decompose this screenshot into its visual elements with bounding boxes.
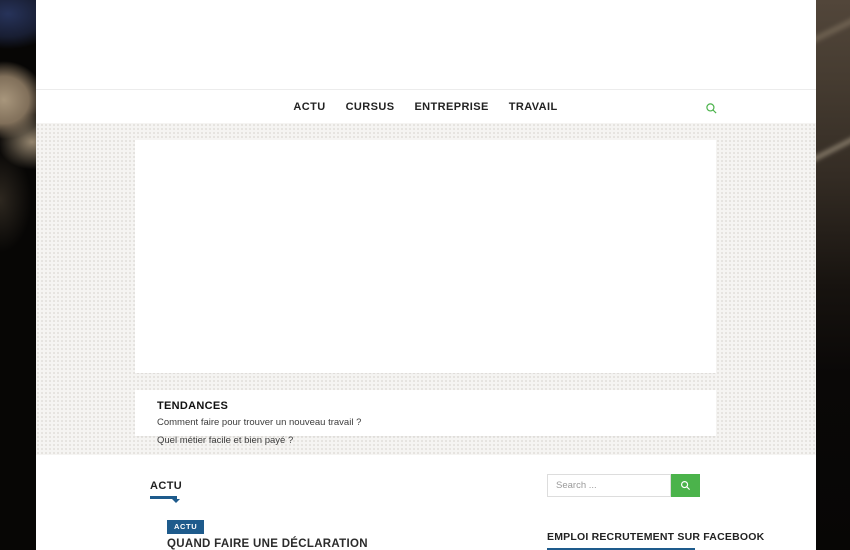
search-submit-button[interactable]: [671, 474, 700, 497]
nav-item-actu[interactable]: ACTU: [293, 101, 325, 113]
background-photo-left: [0, 0, 37, 550]
site-header: [36, 0, 816, 90]
background-photo-right: [816, 0, 850, 550]
section-heading-actu: ACTU: [150, 476, 182, 499]
nav-item-entreprise[interactable]: ENTREPRISE: [414, 101, 488, 113]
sidebar-search-form: [547, 474, 700, 497]
trending-widget: TENDANCES Comment faire pour trouver un …: [135, 390, 716, 436]
nav-item-travail[interactable]: TRAVAIL: [509, 101, 558, 113]
nav-menu: ACTU CURSUS ENTREPRISE TRAVAIL: [135, 91, 716, 123]
search-icon[interactable]: [704, 101, 718, 115]
sidebar-widget-title: EMPLOI RECRUTEMENT SUR FACEBOOK: [547, 531, 764, 543]
content-background: TENDANCES Comment faire pour trouver un …: [36, 123, 816, 455]
post-category-badge[interactable]: ACTU: [167, 520, 204, 534]
background-streak: [816, 14, 850, 47]
post-title[interactable]: QUAND FAIRE UNE DÉCLARATION: [167, 538, 368, 550]
main-navigation: ACTU CURSUS ENTREPRISE TRAVAIL: [36, 91, 816, 123]
trending-title: TENDANCES: [157, 400, 228, 412]
page: ACTU CURSUS ENTREPRISE TRAVAIL TENDANCES…: [0, 0, 850, 550]
search-input[interactable]: [547, 474, 671, 497]
trending-link[interactable]: Comment faire pour trouver un nouveau tr…: [157, 417, 361, 428]
content-box: ACTU CURSUS ENTREPRISE TRAVAIL TENDANCES…: [36, 0, 816, 550]
sidebar-widget-heading: EMPLOI RECRUTEMENT SUR FACEBOOK: [547, 527, 700, 550]
section-heading-underline: [150, 496, 177, 499]
background-streak: [816, 133, 850, 173]
search-icon: [680, 480, 691, 491]
section-heading-label[interactable]: ACTU: [150, 480, 182, 492]
trending-link[interactable]: Quel métier facile et bien payé ?: [157, 435, 293, 446]
featured-slider-placeholder: [135, 140, 716, 373]
nav-item-cursus[interactable]: CURSUS: [346, 101, 395, 113]
